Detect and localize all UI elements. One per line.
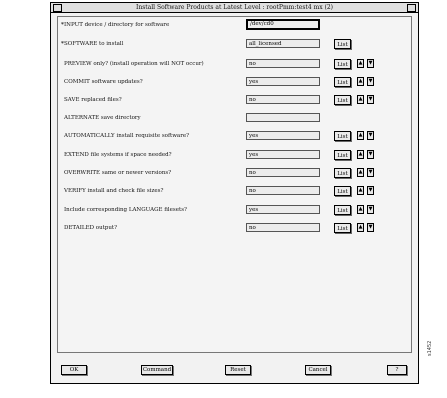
list-button[interactable]: List (334, 77, 351, 87)
field-label-text: SAVE replaced files? (64, 97, 122, 103)
field-label-text: AUTOMATICALLY install requisite software… (64, 133, 190, 139)
field-input[interactable]: no (246, 59, 320, 68)
field-label: COMMIT software updates? (64, 79, 143, 85)
list-button[interactable]: List (334, 95, 351, 105)
arrow-up-icon[interactable]: ▲ (357, 223, 364, 232)
field-input[interactable]: yes (246, 205, 320, 214)
arrow-up-icon[interactable]: ▲ (357, 205, 364, 214)
field-label-text: INPUT device / directory for software (64, 22, 170, 28)
arrow-down-icon[interactable]: ▼ (367, 168, 374, 177)
help-button[interactable]: ? (387, 365, 407, 375)
arrow-down-icon[interactable]: ▼ (367, 205, 374, 214)
form-area: * INPUT device / directory for software/d… (57, 16, 412, 353)
field-label: AUTOMATICALLY install requisite software… (64, 133, 189, 139)
arrow-down-icon[interactable]: ▼ (367, 59, 374, 68)
arrow-up-icon[interactable]: ▲ (357, 77, 364, 86)
arrow-down-icon[interactable]: ▼ (367, 95, 374, 104)
list-button[interactable]: List (334, 150, 351, 160)
list-button[interactable]: List (334, 59, 351, 69)
field-label: * INPUT device / directory for software (61, 22, 170, 28)
field-label-text: DETAILED output? (64, 225, 118, 231)
field-label: SAVE replaced files? (64, 97, 122, 103)
figure-id: s1452 (427, 340, 433, 356)
field-input[interactable]: no (246, 186, 320, 195)
required-marker: * (61, 41, 64, 47)
ok-button[interactable]: OK (61, 365, 87, 375)
field-input[interactable]: no (246, 95, 320, 104)
title-bar: Install Software Products at Latest Leve… (51, 3, 418, 13)
field-label: * SOFTWARE to install (61, 41, 124, 47)
field-label: DETAILED output? (64, 225, 117, 231)
arrow-down-icon[interactable]: ▼ (367, 77, 374, 86)
list-button[interactable]: List (334, 168, 351, 178)
field-label: ALTERNATE save directory (64, 115, 141, 121)
arrow-down-icon[interactable]: ▼ (367, 186, 374, 195)
arrow-down-icon[interactable]: ▼ (367, 150, 374, 159)
button-bar: OK Command Reset Cancel ? (51, 359, 418, 383)
command-button[interactable]: Command (141, 365, 173, 375)
field-input[interactable]: no (246, 223, 320, 232)
field-input[interactable]: yes (246, 131, 320, 140)
field-label: VERIFY install and check file sizes? (64, 188, 163, 194)
field-input[interactable]: /dev/cd0 (246, 19, 320, 30)
arrow-down-icon[interactable]: ▼ (367, 131, 374, 140)
arrow-up-icon[interactable]: ▲ (357, 131, 364, 140)
field-label-text: SOFTWARE to install (64, 41, 124, 47)
arrow-up-icon[interactable]: ▲ (357, 150, 364, 159)
field-label-text: ALTERNATE save directory (64, 115, 141, 121)
field-label-text: Include corresponding LANGUAGE filesets? (64, 207, 187, 213)
list-button[interactable]: List (334, 205, 351, 215)
field-label-text: OVERWRITE same or newer versions? (64, 170, 172, 176)
field-input[interactable]: all_licensed (246, 39, 320, 48)
field-label: OVERWRITE same or newer versions? (64, 170, 171, 176)
arrow-up-icon[interactable]: ▲ (357, 186, 364, 195)
field-input[interactable]: yes (246, 150, 320, 159)
cancel-button[interactable]: Cancel (305, 365, 331, 375)
reset-button[interactable]: Reset (225, 365, 251, 375)
field-label-text: EXTEND file systems if space needed? (64, 152, 172, 158)
field-label-text: PREVIEW only? (install operation will NO… (64, 61, 204, 67)
field-label: EXTEND file systems if space needed? (64, 152, 172, 158)
maximize-icon[interactable] (407, 4, 416, 12)
field-label: Include corresponding LANGUAGE filesets? (64, 207, 187, 213)
field-label-text: VERIFY install and check file sizes? (64, 188, 164, 194)
window-menu-icon[interactable] (53, 4, 62, 12)
install-dialog: Install Software Products at Latest Leve… (50, 2, 419, 384)
arrow-down-icon[interactable]: ▼ (367, 223, 374, 232)
list-button[interactable]: List (334, 223, 351, 233)
arrow-up-icon[interactable]: ▲ (357, 59, 364, 68)
list-button[interactable]: List (334, 131, 351, 141)
required-marker: * (61, 22, 64, 28)
arrow-up-icon[interactable]: ▲ (357, 168, 364, 177)
field-input[interactable]: yes (246, 77, 320, 86)
window-title: Install Software Products at Latest Leve… (135, 4, 334, 11)
field-input[interactable]: no (246, 168, 320, 177)
arrow-up-icon[interactable]: ▲ (357, 95, 364, 104)
field-input[interactable] (246, 113, 320, 122)
field-label: PREVIEW only? (install operation will NO… (64, 61, 204, 67)
list-button[interactable]: List (334, 39, 351, 49)
field-label-text: COMMIT software updates? (64, 79, 143, 85)
list-button[interactable]: List (334, 186, 351, 196)
